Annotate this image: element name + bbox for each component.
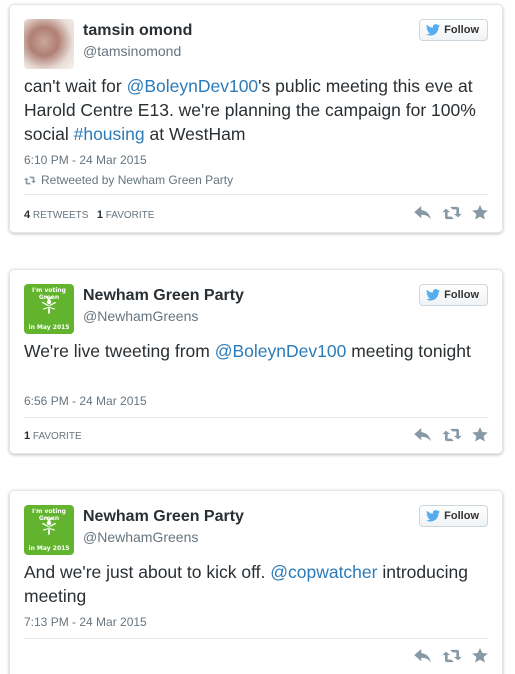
avatar-caption: in May 2015 bbox=[28, 324, 70, 331]
follow-button[interactable]: Follow bbox=[419, 284, 488, 306]
tweet-text: can't wait for @BoleynDev100's public me… bbox=[24, 76, 476, 144]
tweet-actions bbox=[414, 205, 488, 225]
mention-link[interactable]: @BoleynDev100 bbox=[215, 341, 347, 361]
tweet-card: tamsin omond @tamsinomond Follow can't w… bbox=[9, 4, 503, 233]
follow-button[interactable]: Follow bbox=[419, 19, 488, 41]
reply-icon[interactable] bbox=[414, 428, 432, 447]
mention-link[interactable]: @BoleynDev100 bbox=[127, 76, 259, 96]
author-name[interactable]: tamsin omond bbox=[83, 22, 192, 40]
tweet-feed: tamsin omond @tamsinomond Follow can't w… bbox=[0, 0, 515, 674]
tweet-actions bbox=[414, 648, 488, 668]
green-party-logo-icon bbox=[39, 296, 59, 314]
avatar-caption: in May 2015 bbox=[28, 545, 70, 552]
author-handle[interactable]: @NewhamGreens bbox=[83, 529, 198, 545]
tweet-card: I'm voting Green in May 2015 Newham Gree… bbox=[9, 490, 503, 674]
tweet-stats: 4 Retweets 1 Favorite bbox=[24, 209, 154, 221]
follow-label: Follow bbox=[444, 510, 479, 522]
divider bbox=[24, 638, 488, 639]
favorites-label[interactable]: Favorite bbox=[33, 431, 82, 442]
mention-link[interactable]: @copwatcher bbox=[270, 562, 377, 582]
retweeted-by-label[interactable]: Retweeted by Newham Green Party bbox=[41, 173, 233, 187]
divider bbox=[24, 417, 488, 418]
tweet-stats: 1 Favorite bbox=[24, 430, 82, 442]
twitter-bird-icon bbox=[426, 289, 440, 301]
avatar[interactable]: I'm voting Green in May 2015 bbox=[24, 284, 74, 334]
timestamp[interactable]: 6:56 PM - 24 Mar 2015 bbox=[24, 394, 147, 408]
star-icon[interactable] bbox=[472, 205, 488, 225]
author-name[interactable]: Newham Green Party bbox=[83, 508, 244, 526]
follow-label: Follow bbox=[444, 289, 479, 301]
timestamp[interactable]: 7:13 PM - 24 Mar 2015 bbox=[24, 615, 147, 629]
reply-icon[interactable] bbox=[414, 649, 432, 668]
follow-label: Follow bbox=[444, 24, 479, 36]
tweet-card: I'm voting Green in May 2015 Newham Gree… bbox=[9, 269, 503, 454]
author-name[interactable]: Newham Green Party bbox=[83, 287, 244, 305]
divider bbox=[24, 194, 488, 195]
retweet-icon[interactable] bbox=[442, 428, 462, 447]
star-icon[interactable] bbox=[472, 648, 488, 668]
star-icon[interactable] bbox=[472, 427, 488, 447]
twitter-bird-icon bbox=[426, 510, 440, 522]
favorites-count: 1 bbox=[24, 430, 31, 442]
favorites-count: 1 bbox=[96, 209, 103, 221]
retweeted-by: Retweeted by Newham Green Party bbox=[24, 173, 233, 187]
tweet-text: We're live tweeting from @BoleynDev100 m… bbox=[24, 341, 471, 361]
follow-button[interactable]: Follow bbox=[419, 505, 488, 527]
hashtag-link[interactable]: #housing bbox=[74, 124, 145, 144]
retweets-count: 4 bbox=[24, 209, 31, 221]
retweet-icon bbox=[24, 176, 36, 185]
green-party-logo-icon bbox=[39, 517, 59, 535]
tweet-text: And we're just about to kick off. @copwa… bbox=[24, 562, 468, 606]
twitter-bird-icon bbox=[426, 24, 440, 36]
author-handle[interactable]: @NewhamGreens bbox=[83, 308, 198, 324]
retweet-icon[interactable] bbox=[442, 206, 462, 225]
retweets-label[interactable]: Retweets bbox=[33, 210, 89, 221]
avatar[interactable]: I'm voting Green in May 2015 bbox=[24, 505, 74, 555]
avatar[interactable] bbox=[24, 19, 74, 69]
retweet-icon[interactable] bbox=[442, 649, 462, 668]
reply-icon[interactable] bbox=[414, 206, 432, 225]
tweet-actions bbox=[414, 427, 488, 447]
author-handle[interactable]: @tamsinomond bbox=[83, 43, 181, 59]
favorites-label[interactable]: Favorite bbox=[106, 210, 155, 221]
timestamp[interactable]: 6:10 PM - 24 Mar 2015 bbox=[24, 153, 147, 167]
